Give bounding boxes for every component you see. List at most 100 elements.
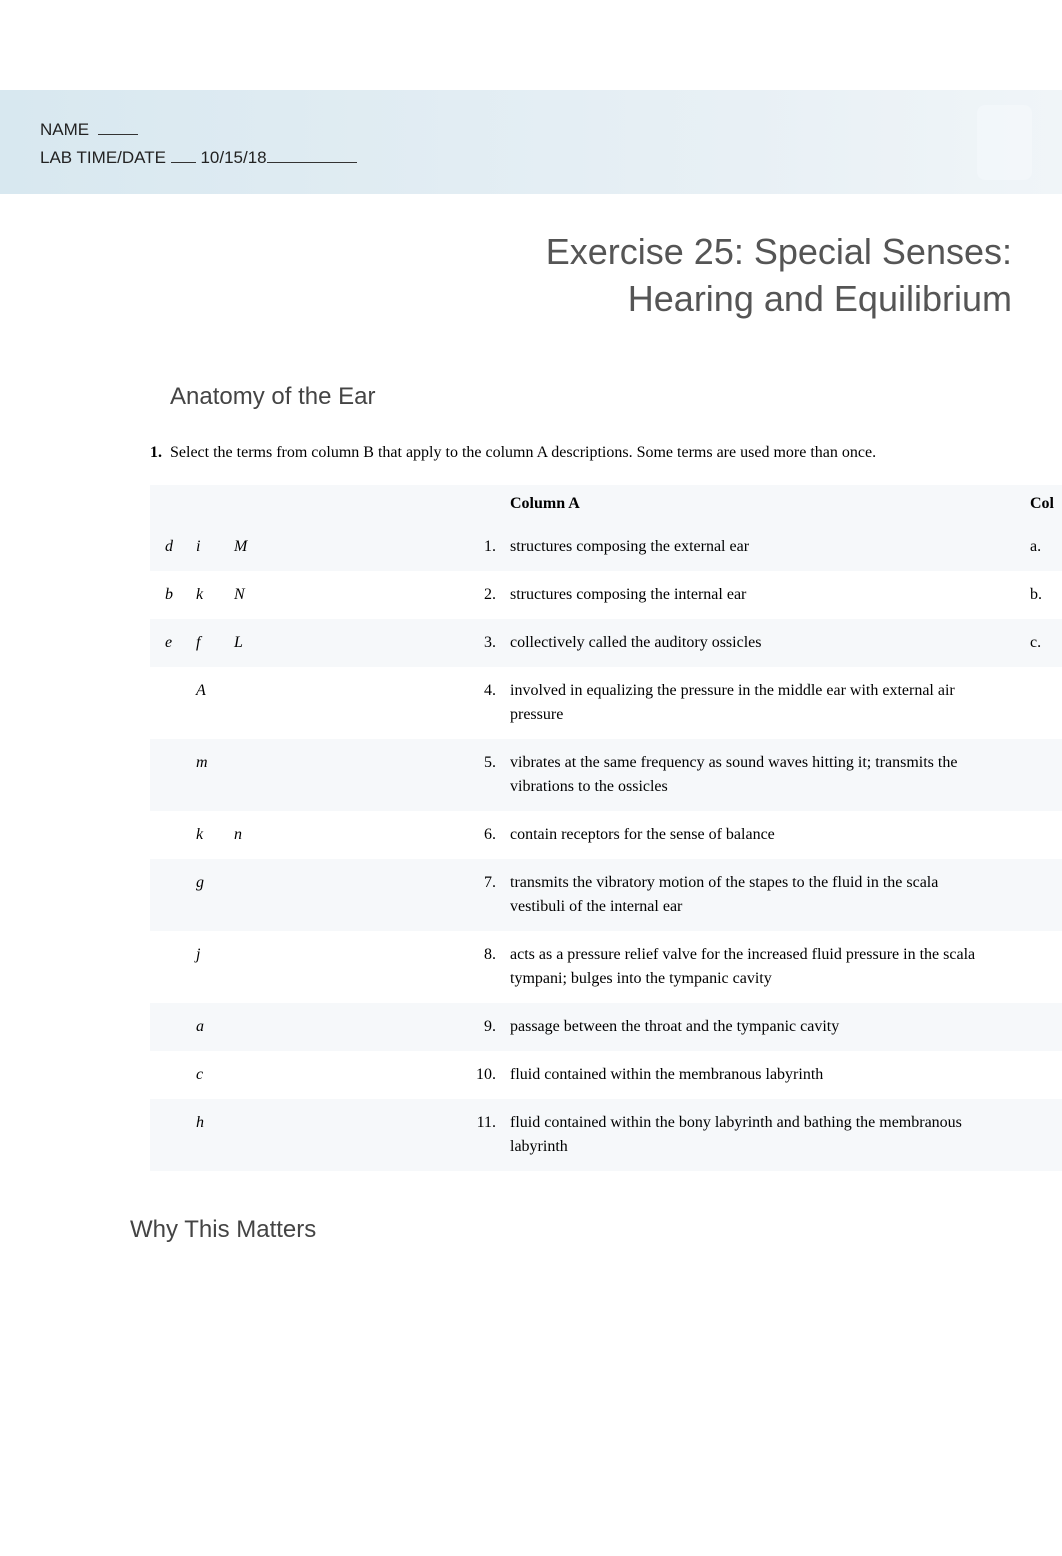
table-row: g7.transmits the vibratory motion of the… [150,859,1062,931]
table-row: kn 6.contain receptors for the sense of b… [150,811,1062,859]
answer-cell-3[interactable] [346,1099,466,1171]
answer-cell-0[interactable]: e [150,619,181,667]
column-b-option: b. [1022,571,1062,619]
answer-cell-3[interactable] [346,739,466,811]
column-b-header: Col [1022,485,1062,523]
answer-cell-3[interactable] [346,571,466,619]
item-number: 9. [466,1003,502,1051]
answer-cell-0[interactable]: d [150,523,181,571]
answer-cell-0[interactable] [150,1003,181,1051]
item-number: 2. [466,571,502,619]
column-b-option [1022,931,1062,1003]
column-b-option [1022,1099,1062,1171]
column-b-option [1022,859,1062,931]
answer-cell-1[interactable]: i [181,523,226,571]
header-blank-4 [346,485,466,523]
answer-cell-3[interactable] [346,859,466,931]
answer-cell-2[interactable]: L [226,619,346,667]
answer-cell-3[interactable] [346,1003,466,1051]
date-blank-pre[interactable] [171,162,196,163]
date-value: 10/15/18 [200,148,266,167]
item-number: 4. [466,667,502,739]
answer-cell-3[interactable] [346,667,466,739]
item-description: acts as a pressure relief valve for the … [502,931,1022,1003]
item-number: 11. [466,1099,502,1171]
column-a-header: Column A [502,485,1022,523]
answer-cell-2[interactable]: n [226,811,346,859]
header-blank-num [466,485,502,523]
header-blank-2 [181,485,226,523]
answer-cell-1[interactable]: c [181,1051,226,1099]
answer-cell-2[interactable]: M [226,523,346,571]
item-description: involved in equalizing the pressure in t… [502,667,1022,739]
date-blank-post[interactable] [267,162,357,163]
answer-cell-2[interactable] [226,1003,346,1051]
answer-cell-1[interactable]: k [181,811,226,859]
table-row: j 8.acts as a pressure relief valve for t… [150,931,1062,1003]
answer-cell-1[interactable]: h [181,1099,226,1171]
answer-cell-2[interactable] [226,667,346,739]
matching-table: Column A Col diM 1.structures composing t… [150,485,1062,1171]
name-blank[interactable] [98,134,138,135]
item-description: structures composing the external ear [502,523,1022,571]
answer-cell-3[interactable] [346,523,466,571]
column-b-option [1022,1003,1062,1051]
section-heading-why: Why This Matters [0,1171,1062,1244]
answer-cell-1[interactable]: k [181,571,226,619]
answer-cell-3[interactable] [346,931,466,1003]
table-row: bkN 2.structures composing the internal e… [150,571,1062,619]
table-row: c10.fluid contained within the membranou… [150,1051,1062,1099]
answer-cell-1[interactable]: f [181,619,226,667]
question-instruction: 1. Select the terms from column B that a… [0,411,1062,473]
header-blank-3 [226,485,346,523]
answer-cell-2[interactable]: N [226,571,346,619]
answer-cell-0[interactable] [150,739,181,811]
question-number: 1. [150,444,162,461]
answer-cell-0[interactable]: b [150,571,181,619]
answer-cell-1[interactable]: g [181,859,226,931]
item-description: collectively called the auditory ossicle… [502,619,1022,667]
answer-cell-2[interactable] [226,1051,346,1099]
column-b-option: a. [1022,523,1062,571]
table-row: m5.vibrates at the same frequency as sou… [150,739,1062,811]
answer-cell-1[interactable]: m [181,739,226,811]
answer-cell-2[interactable] [226,1099,346,1171]
item-number: 7. [466,859,502,931]
answer-cell-1[interactable]: a [181,1003,226,1051]
answer-cell-0[interactable] [150,859,181,931]
date-field-line: LAB TIME/DATE 10/15/18 [40,148,1022,168]
column-b-option: c. [1022,619,1062,667]
item-number: 5. [466,739,502,811]
answer-cell-3[interactable] [346,619,466,667]
answer-cell-2[interactable] [226,859,346,931]
item-number: 6. [466,811,502,859]
item-number: 1. [466,523,502,571]
table-body: diM 1.structures composing the external e… [150,523,1062,1171]
worksheet-header: NAME LAB TIME/DATE 10/15/18 [0,90,1062,194]
answer-cell-3[interactable] [346,811,466,859]
item-description: fluid contained within the membranous la… [502,1051,1022,1099]
answer-cell-0[interactable] [150,811,181,859]
item-description: contain receptors for the sense of balan… [502,811,1022,859]
matching-table-container: Column A Col diM 1.structures composing t… [0,473,1062,1171]
answer-cell-1[interactable]: j [181,931,226,1003]
item-description: fluid contained within the bony labyrint… [502,1099,1022,1171]
table-row: A 4.involved in equalizing the pressure i… [150,667,1062,739]
table-row: efL 3.collectively called the auditory os… [150,619,1062,667]
item-description: structures composing the internal ear [502,571,1022,619]
answer-cell-0[interactable] [150,1051,181,1099]
item-number: 3. [466,619,502,667]
answer-cell-3[interactable] [346,1051,466,1099]
answer-cell-0[interactable] [150,667,181,739]
header-blank-1 [150,485,181,523]
item-description: passage between the throat and the tympa… [502,1003,1022,1051]
answer-cell-0[interactable] [150,1099,181,1171]
answer-cell-2[interactable] [226,931,346,1003]
item-number: 8. [466,931,502,1003]
title-line-2: Hearing and Equilibrium [628,278,1012,319]
answer-cell-2[interactable] [226,739,346,811]
date-label: LAB TIME/DATE [40,148,166,167]
answer-cell-0[interactable] [150,931,181,1003]
answer-cell-1[interactable]: A [181,667,226,739]
page-title: Exercise 25: Special Senses: Hearing and… [0,194,1062,333]
